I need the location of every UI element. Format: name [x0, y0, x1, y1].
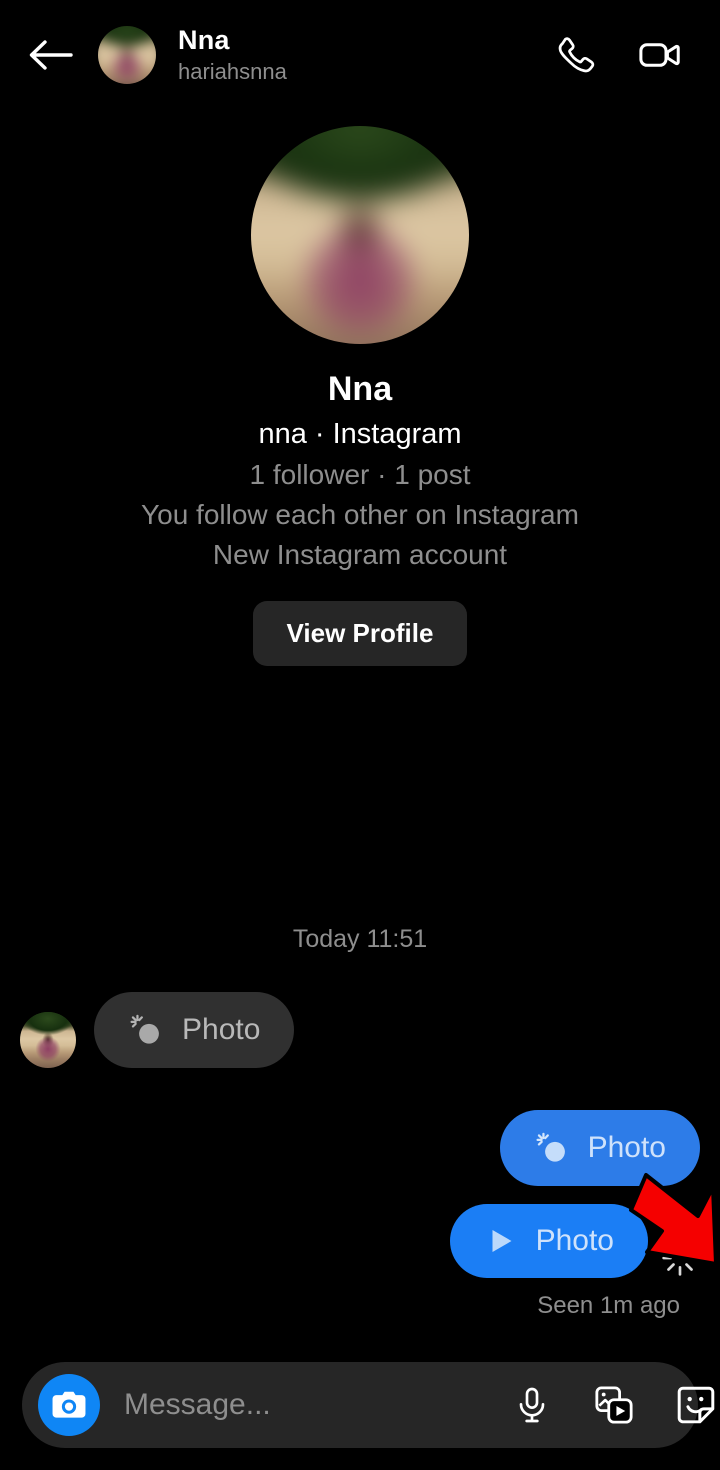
gallery-button[interactable]	[592, 1383, 636, 1427]
profile-avatar[interactable]	[251, 126, 469, 344]
messenger-chat-screen: Nna hariahsnna Nna nna · Instagram 1 fol…	[0, 0, 720, 1470]
profile-card: Nna nna · Instagram 1 follower · 1 post …	[0, 126, 720, 666]
message-composer	[22, 1362, 715, 1448]
header-actions	[552, 31, 684, 79]
contact-username: hariahsnna	[178, 58, 287, 84]
message-avatar-image	[20, 1012, 76, 1068]
message-input[interactable]	[124, 1388, 510, 1422]
message-bubble-outgoing-1[interactable]: Photo	[499, 1110, 700, 1186]
header-titles[interactable]: Nna hariahsnna	[178, 25, 287, 86]
day-separator: Today 11:51	[292, 925, 428, 953]
message-bubble-outgoing-2[interactable]: Photo	[449, 1204, 648, 1278]
sticker-button[interactable]	[674, 1383, 718, 1427]
media-gallery-icon	[595, 1386, 633, 1424]
message-list: Today 11:51 Photo Photo Photo Seen 1m ag…	[0, 700, 720, 1320]
header-avatar[interactable]	[98, 26, 156, 84]
voice-message-button[interactable]	[510, 1383, 554, 1427]
phone-icon	[558, 37, 595, 73]
message-text: Photo	[535, 1224, 614, 1257]
chat-header: Nna hariahsnna	[0, 0, 720, 110]
avatar-image	[98, 26, 156, 84]
message-row-outgoing-2: Photo	[0, 1204, 720, 1278]
microphone-icon	[519, 1387, 545, 1423]
play-icon	[492, 1229, 512, 1253]
camera-button[interactable]	[38, 1374, 100, 1436]
message-row-incoming: Photo	[0, 992, 720, 1068]
video-call-button[interactable]	[636, 31, 684, 79]
profile-note: New Instagram account	[212, 539, 508, 570]
video-camera-icon	[639, 43, 680, 67]
profile-name: Nna	[327, 370, 393, 408]
view-profile-button[interactable]: View Profile	[252, 601, 468, 666]
vanish-photo-icon	[130, 1014, 159, 1044]
message-avatar[interactable]	[20, 1012, 76, 1068]
sticker-icon	[677, 1386, 715, 1424]
composer-actions	[510, 1383, 718, 1427]
profile-relationship: You follow each other on Instagram	[141, 499, 579, 530]
contact-name: Nna	[178, 24, 230, 55]
message-text: Photo	[587, 1131, 666, 1164]
back-button[interactable]	[12, 17, 88, 93]
back-arrow-icon	[29, 40, 73, 70]
message-text: Photo	[182, 1013, 261, 1046]
message-row-outgoing-1: Photo	[0, 1110, 720, 1186]
read-receipt: Seen 1m ago	[537, 1292, 680, 1319]
profile-avatar-image	[251, 126, 469, 344]
audio-call-button[interactable]	[552, 31, 600, 79]
message-bubble-incoming[interactable]: Photo	[94, 992, 295, 1068]
camera-icon	[52, 1391, 86, 1418]
sparkle-burst-icon	[662, 1240, 698, 1276]
profile-stats: 1 follower · 1 post	[249, 459, 471, 490]
vanish-photo-icon	[536, 1132, 565, 1162]
profile-handle: nna · Instagram	[258, 418, 462, 450]
